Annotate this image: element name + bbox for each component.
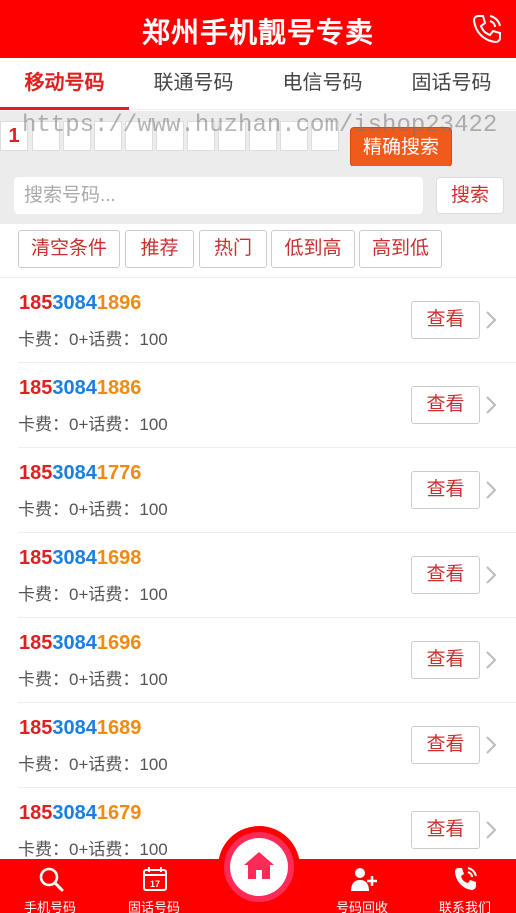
digit-box-11[interactable] <box>311 121 339 151</box>
nav-label: 手机号码 <box>23 900 76 913</box>
nav-label: 号码回收 <box>335 900 388 913</box>
phone-icon[interactable] <box>470 12 504 46</box>
filter-hot-button[interactable]: 热门 <box>199 230 267 268</box>
phone-number: 18530841698 <box>19 547 142 569</box>
fee-text: 卡费：0+话费：100 <box>18 840 168 859</box>
digit-box-1[interactable]: 1 <box>0 121 28 151</box>
number-list: 18530841896 卡费：0+话费：100 查看 18530841886 卡… <box>0 278 516 873</box>
filter-recommend-button[interactable]: 推荐 <box>125 230 194 268</box>
fee-text: 卡费：0+话费：100 <box>18 670 168 689</box>
digit-box-2[interactable] <box>32 121 60 151</box>
fee-text: 卡费：0+话费：100 <box>18 415 168 434</box>
digit-box-9[interactable] <box>249 121 277 151</box>
user-add-icon <box>351 868 377 891</box>
view-button[interactable]: 查看 <box>411 301 480 339</box>
home-icon <box>244 852 274 879</box>
nav-contact-us[interactable]: 联系我们 <box>420 859 510 913</box>
phone-number: 18530841896 <box>19 292 142 314</box>
calendar-icon: 17 <box>143 867 167 891</box>
chevron-right-icon[interactable] <box>484 649 498 671</box>
precise-search-button[interactable]: 精确搜索 <box>350 127 452 167</box>
carrier-tabs: 移动号码 联通号码 电信号码 固话号码 <box>0 58 516 110</box>
filter-low-to-high-button[interactable]: 低到高 <box>271 230 355 268</box>
home-button-inner <box>230 838 288 896</box>
nav-label: 固话号码 <box>127 900 180 913</box>
nav-label: 联系我们 <box>438 900 491 913</box>
phone-icon <box>455 867 477 890</box>
list-item: 18530841886 卡费：0+话费：100 查看 <box>18 363 516 448</box>
search-button[interactable]: 搜索 <box>436 177 504 214</box>
list-item: 18530841696 卡费：0+话费：100 查看 <box>18 618 516 703</box>
tab-unicom[interactable]: 联通号码 <box>129 58 258 109</box>
chevron-right-icon[interactable] <box>484 479 498 501</box>
chevron-right-icon[interactable] <box>484 819 498 841</box>
digit-box-6[interactable] <box>156 121 184 151</box>
search-icon <box>39 867 64 892</box>
fee-text: 卡费：0+话费：100 <box>18 500 168 519</box>
precise-search-panel: 1 精确搜索 <box>0 111 516 167</box>
tab-landline[interactable]: 固话号码 <box>387 58 516 109</box>
filter-bar: 清空条件 推荐 热门 低到高 高到低 <box>0 224 516 278</box>
view-button[interactable]: 查看 <box>411 726 480 764</box>
list-item: 18530841698 卡费：0+话费：100 查看 <box>18 533 516 618</box>
svg-text:17: 17 <box>150 879 160 889</box>
digit-box-4[interactable] <box>94 121 122 151</box>
chevron-right-icon[interactable] <box>484 394 498 416</box>
filter-high-to-low-button[interactable]: 高到低 <box>359 230 442 268</box>
chevron-right-icon[interactable] <box>484 564 498 586</box>
nav-mobile-numbers[interactable]: 手机号码 <box>5 859 95 913</box>
view-button[interactable]: 查看 <box>411 386 480 424</box>
view-button[interactable]: 查看 <box>411 641 480 679</box>
nav-landline-numbers[interactable]: 17 固话号码 <box>109 859 199 913</box>
search-input[interactable] <box>14 177 423 214</box>
fee-text: 卡费：0+话费：100 <box>18 585 168 604</box>
digit-box-8[interactable] <box>218 121 246 151</box>
chevron-right-icon[interactable] <box>484 734 498 756</box>
view-button[interactable]: 查看 <box>411 471 480 509</box>
digit-box-7[interactable] <box>187 121 215 151</box>
digit-box-10[interactable] <box>280 121 308 151</box>
view-button[interactable]: 查看 <box>411 556 480 594</box>
view-button[interactable]: 查看 <box>411 811 480 849</box>
digit-box-5[interactable] <box>125 121 153 151</box>
app-header: 郑州手机靓号专卖 <box>0 0 516 58</box>
tab-mobile[interactable]: 移动号码 <box>0 58 129 110</box>
phone-number: 18530841689 <box>19 717 142 739</box>
page-title: 郑州手机靓号专卖 <box>141 17 374 48</box>
list-item: 18530841689 卡费：0+话费：100 查看 <box>18 703 516 788</box>
phone-number: 18530841696 <box>19 632 142 654</box>
search-bar: 搜索 <box>0 166 516 224</box>
tab-telecom[interactable]: 电信号码 <box>258 58 387 109</box>
home-button[interactable] <box>218 826 300 908</box>
chevron-right-icon[interactable] <box>484 309 498 331</box>
nav-number-recycle[interactable]: 号码回收 <box>317 859 407 913</box>
digit-box-3[interactable] <box>63 121 91 151</box>
list-item: 18530841896 卡费：0+话费：100 查看 <box>18 278 516 363</box>
filter-clear-button[interactable]: 清空条件 <box>18 230 120 268</box>
fee-text: 卡费：0+话费：100 <box>18 330 168 349</box>
phone-number: 18530841776 <box>19 462 142 484</box>
list-item: 18530841776 卡费：0+话费：100 查看 <box>18 448 516 533</box>
phone-number: 18530841886 <box>19 377 142 399</box>
fee-text: 卡费：0+话费：100 <box>18 755 168 774</box>
phone-number: 18530841679 <box>19 802 142 824</box>
